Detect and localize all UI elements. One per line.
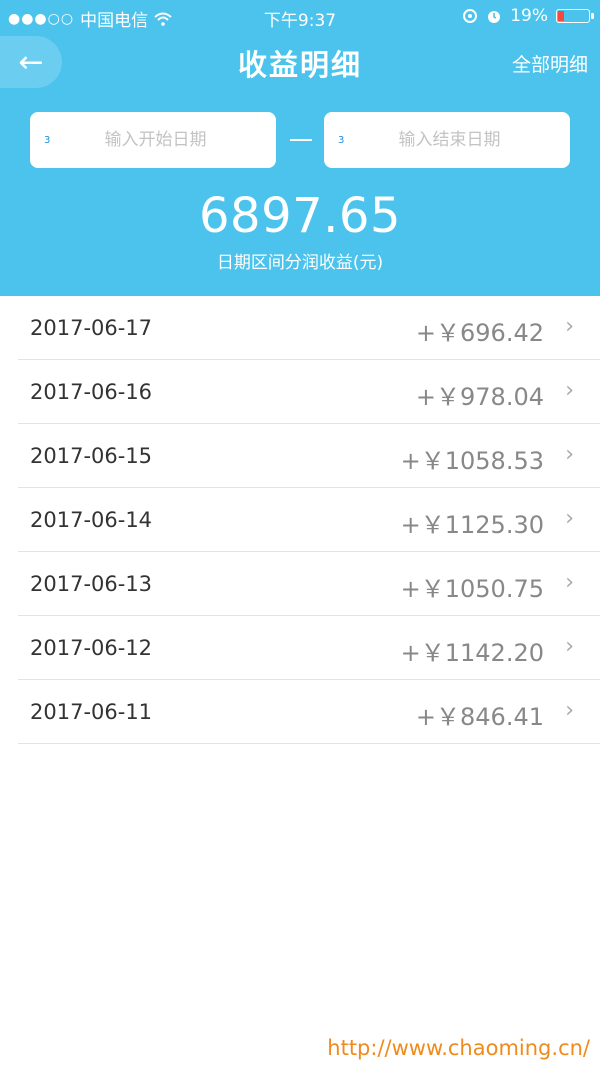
record-amount: +￥846.41 (415, 703, 544, 731)
record-date: 2017-06-17 (30, 316, 153, 340)
chevron-right-icon: › (565, 634, 574, 659)
record-amount: +￥1125.30 (400, 511, 544, 539)
list-item[interactable]: 2017-06-17 +￥696.42 › (18, 296, 600, 360)
record-amount: +￥1142.20 (400, 639, 544, 667)
record-date: 2017-06-15 (30, 444, 153, 468)
chevron-right-icon: › (565, 378, 574, 403)
record-date: 2017-06-16 (30, 380, 153, 404)
record-date: 2017-06-14 (30, 508, 153, 532)
list-item[interactable]: 2017-06-11 +￥846.41 › (18, 680, 600, 744)
start-date-input[interactable] (44, 129, 281, 151)
chevron-right-icon: › (565, 698, 574, 723)
list-item[interactable]: 2017-06-13 +￥1050.75 › (18, 552, 600, 616)
list-item[interactable]: 2017-06-15 +￥1058.53 › (18, 424, 600, 488)
header: ●●●○○ 中国电信 下午9:37 19% ← 收益明细 全部明细 输入开始日期… (0, 0, 600, 296)
total-amount: 6897.65 (199, 188, 401, 244)
list-item[interactable]: 2017-06-12 +￥1142.20 › (18, 616, 600, 680)
record-date: 2017-06-13 (30, 572, 153, 596)
battery-fill (558, 11, 564, 21)
record-date: 2017-06-11 (30, 700, 153, 724)
status-bar: ●●●○○ 中国电信 下午9:37 19% (0, 0, 600, 32)
record-amount: +￥696.42 (415, 319, 544, 347)
date-range-separator (290, 139, 312, 141)
chevron-right-icon: › (565, 570, 574, 595)
battery-icon (556, 9, 594, 23)
record-date: 2017-06-12 (30, 636, 153, 660)
end-date-field[interactable] (324, 112, 575, 168)
record-amount: +￥1050.75 (400, 575, 544, 603)
record-amount: +￥1058.53 (400, 447, 544, 475)
battery-percent: 19% (510, 6, 548, 26)
chevron-right-icon: › (565, 506, 574, 531)
start-date-field[interactable] (30, 112, 281, 168)
total-label: 日期区间分润收益(元) (216, 253, 384, 273)
page-title: 收益明细 (237, 48, 362, 82)
record-amount: +￥978.04 (415, 383, 544, 411)
alarm-icon (488, 11, 501, 23)
location-icon (463, 9, 478, 23)
earnings-list: 2017-06-17 +￥696.42 › 2017-06-16 +￥978.0… (0, 296, 600, 744)
status-right: 19% (462, 6, 594, 26)
end-date-input[interactable] (338, 129, 575, 151)
list-item[interactable]: 2017-06-14 +￥1125.30 › (18, 488, 600, 552)
watermark: http://www.chaoming.cn/ (327, 1036, 590, 1060)
chevron-right-icon: › (565, 314, 574, 339)
list-item[interactable]: 2017-06-16 +￥978.04 › (18, 360, 600, 424)
chevron-right-icon: › (565, 442, 574, 467)
all-detail-link[interactable]: 全部明细 (512, 50, 588, 77)
